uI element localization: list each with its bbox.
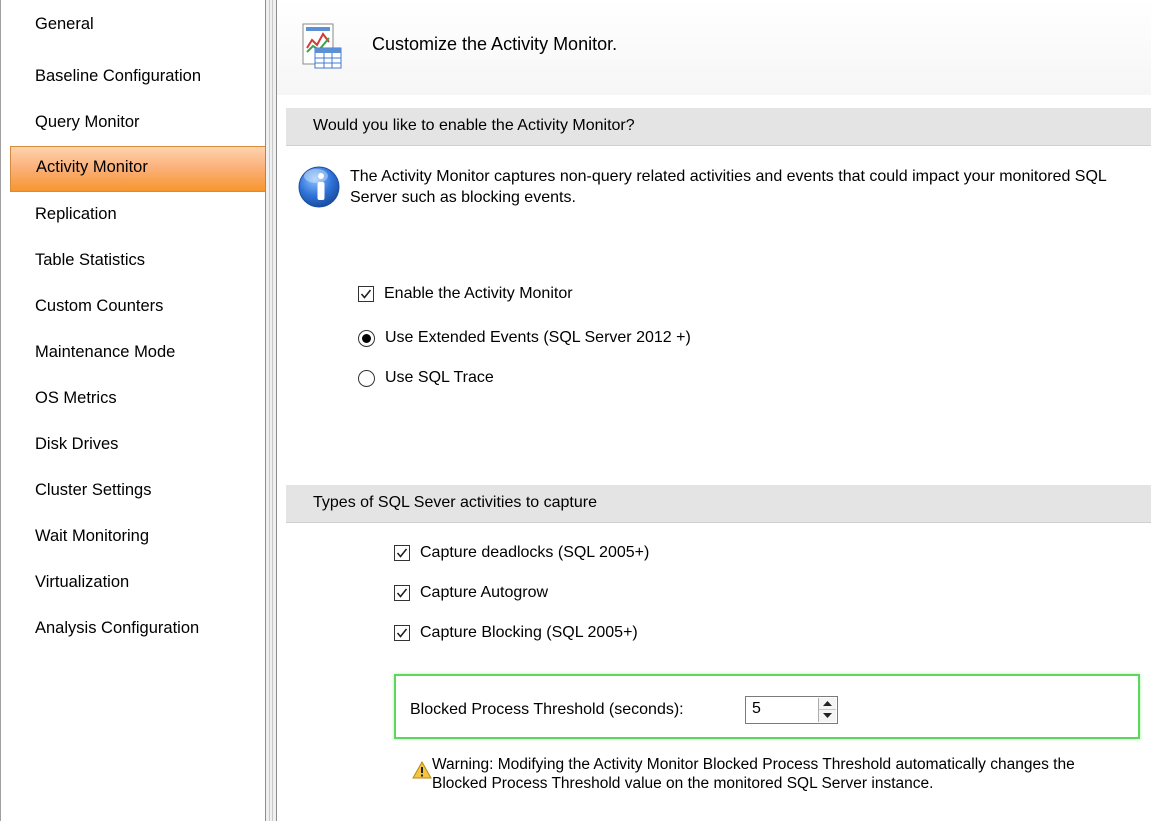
- options-sidebar: General Baseline Configuration Query Mon…: [0, 0, 266, 821]
- radio-label: Use Extended Events (SQL Server 2012 +): [385, 329, 691, 346]
- section-header-enable: Would you like to enable the Activity Mo…: [286, 108, 1151, 146]
- sidebar-item-table-statistics[interactable]: Table Statistics: [10, 238, 266, 284]
- sidebar-item-custom-counters[interactable]: Custom Counters: [10, 284, 266, 330]
- warning-message: Warning: Modifying the Activity Monitor …: [432, 756, 1075, 792]
- sidebar-item-cluster-settings[interactable]: Cluster Settings: [10, 468, 266, 514]
- sidebar-item-general[interactable]: General: [10, 6, 266, 54]
- sidebar-list: General Baseline Configuration Query Mon…: [10, 6, 266, 652]
- sidebar-item-query-monitor[interactable]: Query Monitor: [10, 100, 266, 146]
- section-title-enable: Would you like to enable the Activity Mo…: [313, 117, 635, 134]
- info-description: The Activity Monitor captures non-query …: [350, 168, 1107, 206]
- blocked-process-threshold-group: Blocked Process Threshold (seconds): 5: [394, 674, 1140, 739]
- info-icon: [297, 162, 341, 212]
- chart-document-icon: [301, 22, 345, 72]
- panel-splitter[interactable]: [265, 0, 277, 821]
- sidebar-item-baseline-configuration[interactable]: Baseline Configuration: [10, 54, 266, 100]
- capture-autogrow-checkbox[interactable]: Capture Autogrow: [394, 584, 548, 602]
- stepper-buttons: [818, 698, 836, 722]
- sidebar-item-analysis-configuration[interactable]: Analysis Configuration: [10, 606, 266, 652]
- threshold-value[interactable]: 5: [752, 700, 761, 718]
- sidebar-item-activity-monitor[interactable]: Activity Monitor: [10, 146, 266, 192]
- threshold-stepper[interactable]: 5: [745, 696, 838, 724]
- sidebar-item-disk-drives[interactable]: Disk Drives: [10, 422, 266, 468]
- radio-label: Use SQL Trace: [385, 369, 494, 386]
- checkbox-box[interactable]: [394, 545, 410, 561]
- sidebar-item-replication[interactable]: Replication: [10, 192, 266, 238]
- stepper-down-button[interactable]: [819, 710, 836, 722]
- triangle-up-icon: [823, 701, 832, 706]
- triangle-down-icon: [823, 713, 832, 718]
- page-title: Customize the Activity Monitor.: [372, 34, 618, 54]
- sidebar-item-virtualization[interactable]: Virtualization: [10, 560, 266, 606]
- extended-events-radio[interactable]: Use Extended Events (SQL Server 2012 +): [358, 329, 691, 347]
- section-title-activity-types: Types of SQL Sever activities to capture: [313, 494, 597, 511]
- radio-button[interactable]: [358, 369, 375, 387]
- page-header: Customize the Activity Monitor.: [277, 0, 1151, 95]
- sidebar-item-maintenance-mode[interactable]: Maintenance Mode: [10, 330, 266, 376]
- sidebar-item-wait-monitoring[interactable]: Wait Monitoring: [10, 514, 266, 560]
- section-header-activity-types: Types of SQL Sever activities to capture: [286, 485, 1151, 523]
- sql-trace-radio[interactable]: Use SQL Trace: [358, 369, 494, 387]
- capture-blocking-checkbox[interactable]: Capture Blocking (SQL 2005+): [394, 624, 638, 642]
- enable-activity-monitor-checkbox[interactable]: Enable the Activity Monitor: [358, 285, 573, 303]
- checkbox-label: Capture Blocking (SQL 2005+): [420, 624, 638, 641]
- checkbox-box[interactable]: [358, 286, 374, 302]
- checkbox-box[interactable]: [394, 585, 410, 601]
- stepper-up-button[interactable]: [819, 698, 836, 710]
- radio-button[interactable]: [358, 329, 375, 347]
- threshold-label: Blocked Process Threshold (seconds):: [410, 701, 684, 718]
- activity-monitor-panel: Customize the Activity Monitor. Would yo…: [277, 0, 1151, 821]
- warning-icon: [412, 760, 432, 779]
- checkbox-label: Capture deadlocks (SQL 2005+): [420, 544, 650, 561]
- checkbox-box[interactable]: [394, 625, 410, 641]
- checkbox-label: Capture Autogrow: [420, 584, 549, 601]
- sidebar-item-os-metrics[interactable]: OS Metrics: [10, 376, 266, 422]
- checkbox-label: Enable the Activity Monitor: [384, 285, 573, 302]
- capture-deadlocks-checkbox[interactable]: Capture deadlocks (SQL 2005+): [394, 544, 649, 562]
